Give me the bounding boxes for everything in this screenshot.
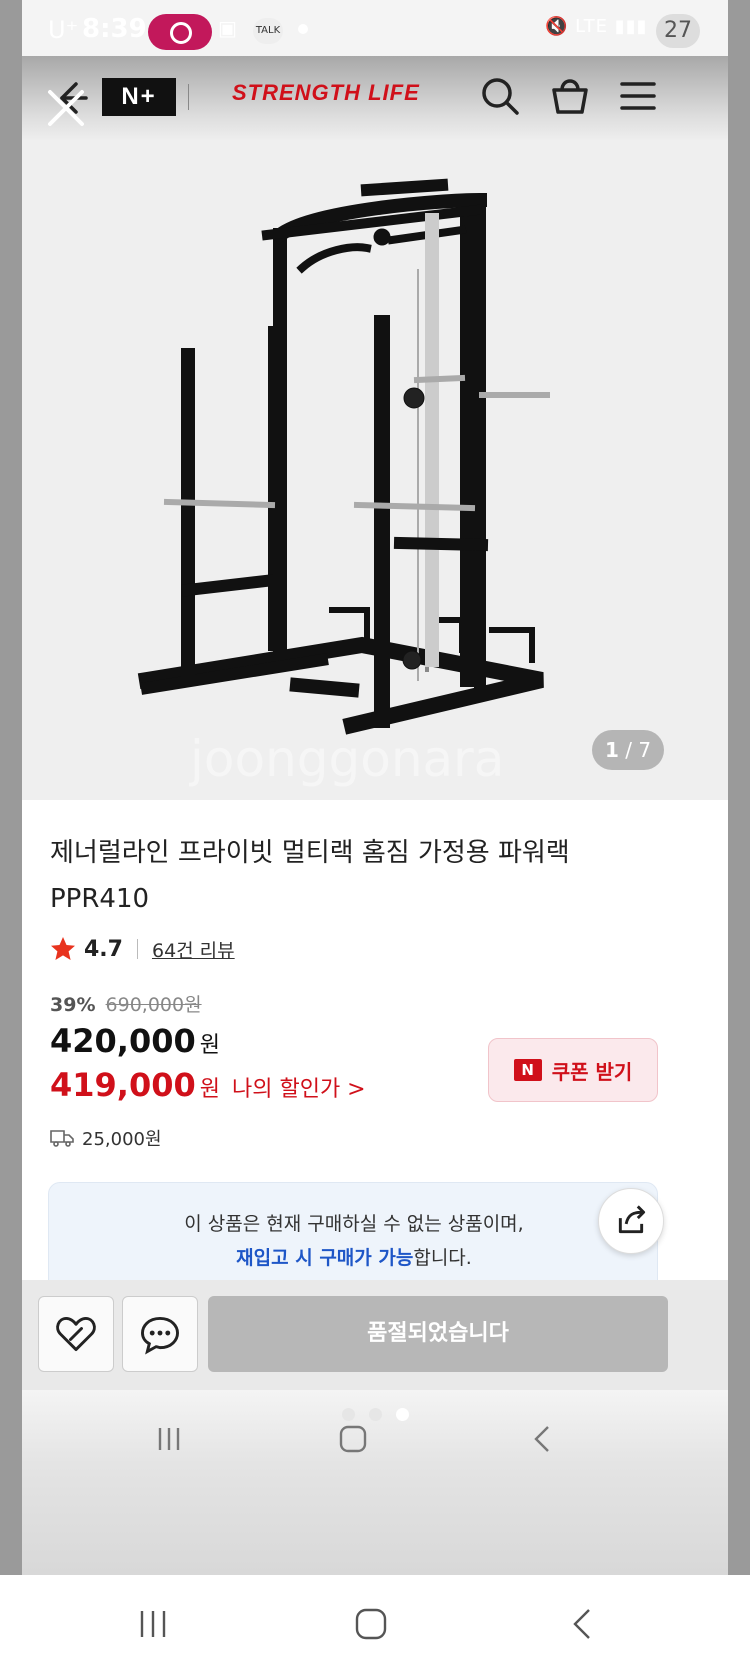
- my-price-value: 419,000: [50, 1066, 196, 1104]
- purchase-bar: 품절되었습니다: [22, 1280, 728, 1390]
- rating-divider: [136, 939, 138, 959]
- sale-price-value: 420,000: [50, 1022, 196, 1060]
- coupon-n-icon: N: [513, 1059, 542, 1081]
- menu-icon[interactable]: [614, 72, 662, 120]
- coupon-button[interactable]: N 쿠폰 받기: [488, 1038, 658, 1102]
- shipping-fee: 25,000원: [50, 1125, 162, 1151]
- my-price-unit: 원: [199, 1077, 220, 1102]
- carrier-label: U⁺: [48, 16, 79, 44]
- system-nav-bar: [0, 1575, 750, 1667]
- system-back-icon[interactable]: [566, 1607, 600, 1641]
- discount-rate: 39%: [50, 994, 96, 1016]
- my-discount-price[interactable]: 419,000 원 나의 할인가 >: [50, 1066, 366, 1104]
- shipping-fee-value: 25,000원: [82, 1129, 162, 1150]
- soldout-button[interactable]: 품절되었습니다: [208, 1296, 668, 1372]
- notice-line1: 이 상품은 현재 구매하실 수 없는 상품이며,: [184, 1213, 524, 1235]
- kakaotalk-icon: TALK: [253, 18, 283, 44]
- nplus-logo[interactable]: N+: [102, 78, 176, 116]
- notification-pill-icon: [148, 14, 212, 50]
- my-price-label: 나의 할인가 >: [232, 1077, 366, 1102]
- more-notifications-icon: [298, 24, 308, 34]
- share-icon[interactable]: [598, 1188, 664, 1254]
- product-title: 제너럴라인 프라이빗 멀티랙 홈짐 가정용 파워랙 PPR410: [50, 830, 650, 922]
- rating-row: 4.7 64건 리뷰: [50, 934, 235, 964]
- notice-highlight: 재입고 시 구매가 가능: [236, 1247, 414, 1269]
- cart-icon[interactable]: [546, 72, 594, 120]
- battery-indicator: 27: [656, 14, 700, 48]
- product-info: 제너럴라인 프라이빗 멀티랙 홈짐 가정용 파워랙 PPR410 4.7 64건…: [22, 800, 728, 1302]
- status-bar: U⁺ 8:39 ▣ TALK 🔇 LTE ▮▮▮ 27: [0, 0, 750, 64]
- product-title-line1: 제너럴라인 프라이빗 멀티랙 홈짐 가정용 파워랙: [50, 838, 570, 868]
- coupon-label: 쿠폰 받기: [551, 1059, 633, 1084]
- notice-line2-rest: 합니다.: [413, 1247, 472, 1269]
- page-dot-active: [395, 1408, 409, 1421]
- network-label: LTE: [575, 16, 609, 37]
- truck-icon: [50, 1130, 74, 1147]
- network-indicator: 🔇 LTE ▮▮▮: [545, 16, 648, 37]
- notice-line2: 재입고 시 구매가 가능합니다.: [49, 1243, 659, 1270]
- page-dot: [368, 1408, 382, 1421]
- app-header: N+ STRENGTH LIFE: [22, 56, 728, 140]
- search-icon[interactable]: [476, 72, 524, 120]
- product-title-line2: PPR410: [50, 884, 150, 914]
- home-icon: [339, 1425, 367, 1453]
- page-dot: [341, 1408, 355, 1421]
- image-counter-current: 1: [604, 738, 619, 762]
- close-icon[interactable]: [44, 86, 88, 130]
- review-link[interactable]: 64건 리뷰: [152, 936, 235, 963]
- page-dots: [22, 1408, 728, 1428]
- chat-icon[interactable]: [122, 1296, 198, 1372]
- star-icon: [51, 937, 75, 960]
- system-recents-icon[interactable]: [136, 1607, 170, 1641]
- back-icon: [534, 1426, 549, 1452]
- recorded-nav-bar: [22, 1390, 728, 1575]
- logo-divider: [188, 84, 189, 110]
- discount-row: 39% 690,000원: [50, 990, 202, 1017]
- product-image-carousel[interactable]: 1 / 7: [22, 140, 728, 800]
- image-counter: 1 / 7: [592, 730, 664, 770]
- brand-logo[interactable]: STRENGTH LIFE: [232, 80, 420, 106]
- clock: 8:39: [82, 14, 147, 44]
- wishlist-heart-icon[interactable]: [38, 1296, 114, 1372]
- gallery-notification-icon: ▣: [218, 16, 237, 40]
- rating-value: 4.7: [84, 936, 123, 962]
- system-home-icon[interactable]: [354, 1607, 388, 1641]
- sale-price: 420,000 원: [50, 1022, 220, 1060]
- recents-icon: [158, 1428, 180, 1450]
- sale-price-unit: 원: [199, 1033, 220, 1058]
- power-rack-image: [137, 178, 550, 735]
- image-counter-total: / 7: [625, 738, 652, 762]
- original-price: 690,000원: [105, 994, 202, 1016]
